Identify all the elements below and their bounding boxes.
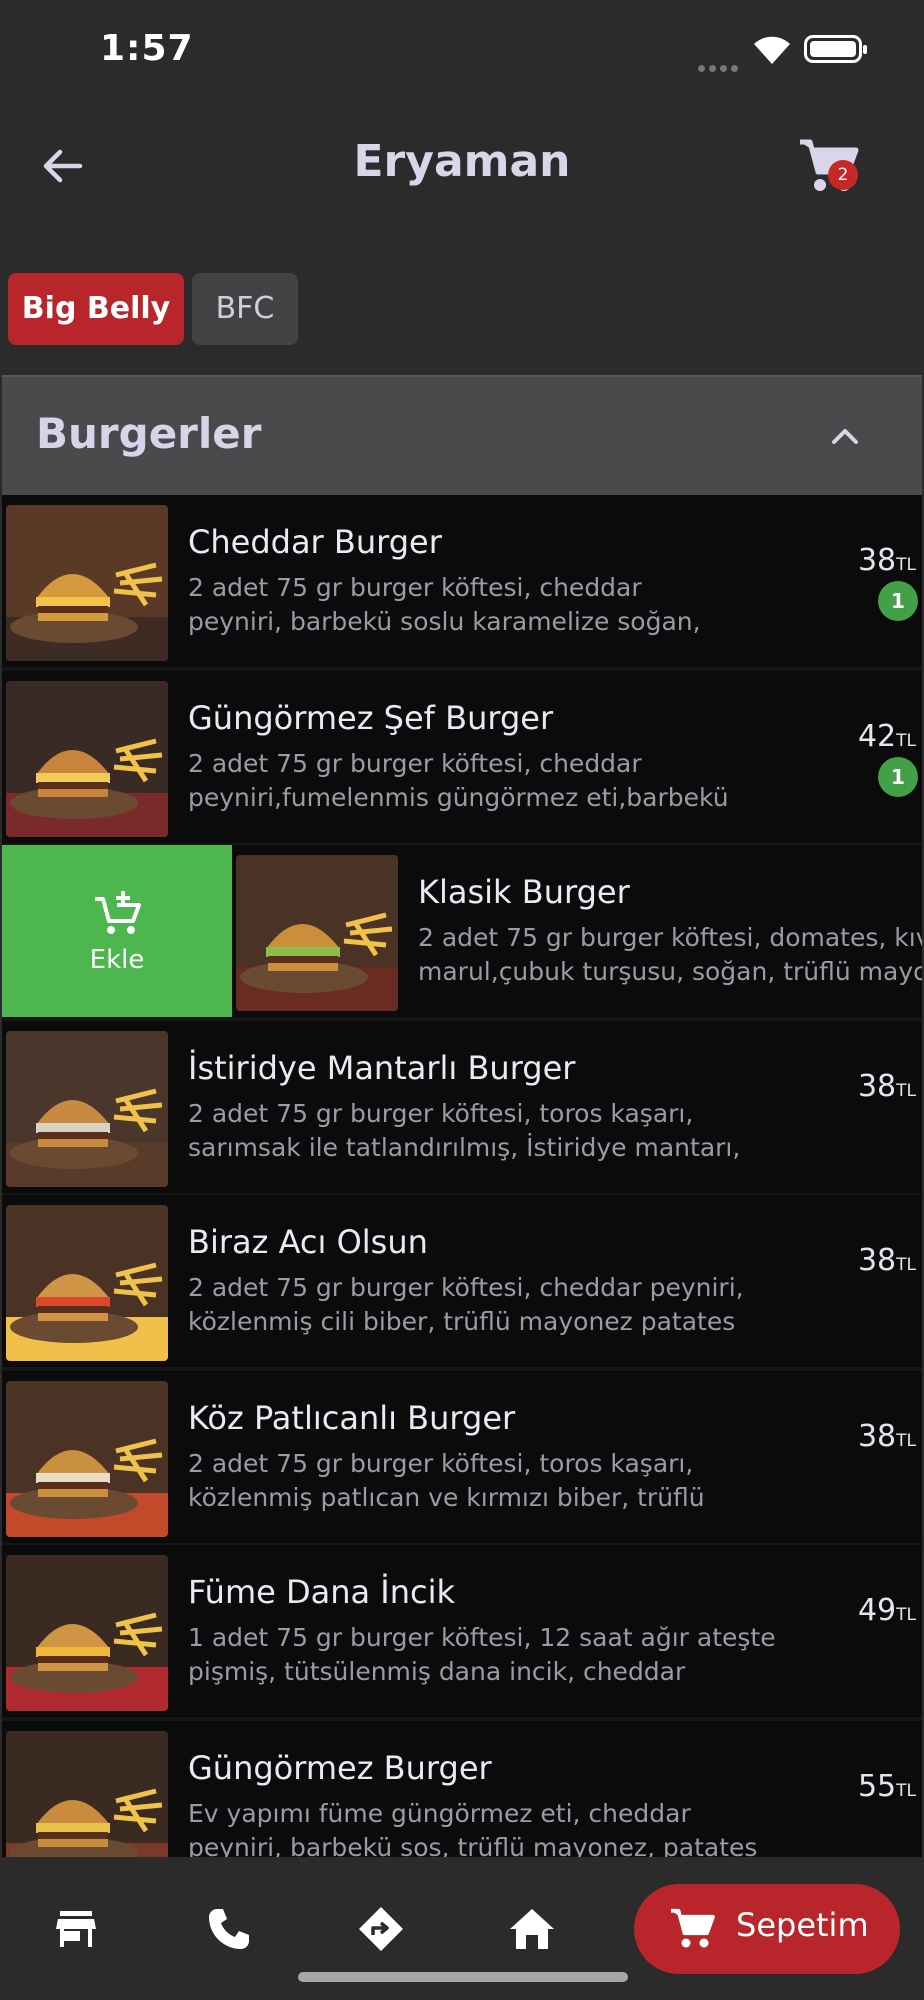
product-price-value: 38	[857, 1243, 897, 1278]
home-indicator	[298, 1972, 628, 1982]
status-time: 1:57	[100, 28, 194, 69]
phone-icon[interactable]	[205, 1905, 253, 1953]
page-title: Eryaman	[353, 136, 571, 187]
product-name: Güngörmez Burger	[188, 1749, 492, 1787]
product-price: 55TL	[858, 1769, 916, 1804]
currency-label: TL	[896, 1081, 916, 1101]
add-swipe-action[interactable]: Ekle	[2, 845, 232, 1017]
product-image	[6, 681, 168, 837]
product-price-value: 42	[857, 719, 897, 754]
product-price-value: 55	[857, 1769, 897, 1804]
product-description: 2 adet 75 gr burger köftesi, cheddar peyn…	[188, 747, 808, 815]
product-price-value: 38	[857, 1069, 897, 1104]
cart-button-label: Sepetim	[736, 1906, 869, 1944]
product-description: 2 adet 75 gr burger köftesi, domates, kı…	[418, 921, 922, 989]
product-image	[236, 855, 398, 1011]
product-description: Ev yapımı füme güngörmez eti, cheddar pey…	[188, 1797, 808, 1857]
currency-label: TL	[896, 1781, 916, 1801]
tab-bfc[interactable]: BFC	[192, 273, 298, 345]
product-list: Cheddar Burger 2 adet 75 gr burger köftes…	[2, 495, 922, 1857]
product-price: 38TL	[858, 543, 916, 578]
product-image	[6, 1031, 168, 1187]
product-description-line: 2 adet 75 gr burger köftesi, domates, kı…	[418, 923, 922, 952]
cart-button[interactable]: Sepetim	[634, 1884, 900, 1974]
app-bar: Eryaman 2	[0, 100, 924, 230]
product-name: Biraz Acı Olsun	[188, 1223, 428, 1261]
product-price-value: 49	[857, 1593, 897, 1628]
chevron-up-icon[interactable]	[824, 417, 866, 453]
product-description: 2 adet 75 gr burger köftesi, cheddar pey…	[188, 1271, 808, 1339]
product-price: 38TL	[858, 1243, 916, 1278]
product-image	[6, 1205, 168, 1361]
product-image	[6, 1381, 168, 1537]
product-description-line: peyniri, barbekü soslu karamelize soğan,	[188, 607, 701, 636]
product-row[interactable]: Cheddar Burger 2 adet 75 gr burger köftes…	[2, 495, 922, 671]
product-description-line: 2 adet 75 gr burger köftesi, cheddar pey…	[188, 1273, 744, 1302]
product-description-line: sarımsak ile tatlandırılmış, İstiridye m…	[188, 1133, 741, 1162]
currency-label: TL	[896, 1255, 916, 1275]
product-description-line: peyniri,fumelenmis güngörmez eti,barbekü	[188, 783, 729, 812]
product-description-line: 1 adet 75 gr burger köftesi, 12 saat ağı…	[188, 1623, 776, 1652]
home-icon[interactable]	[508, 1905, 556, 1953]
wifi-icon	[754, 36, 790, 64]
product-description-line: Ev yapımı füme güngörmez eti, cheddar	[188, 1799, 691, 1828]
product-description: 2 adet 75 gr burger köftesi, toros kaşar…	[188, 1447, 808, 1515]
currency-label: TL	[896, 1605, 916, 1625]
product-row[interactable]: Biraz Acı Olsun 2 adet 75 gr burger köfte…	[2, 1195, 922, 1371]
add-to-cart-icon	[95, 891, 141, 934]
add-swipe-label: Ekle	[89, 945, 145, 975]
currency-label: TL	[896, 1431, 916, 1451]
product-price-value: 38	[857, 543, 897, 578]
product-name: Güngörmez Şef Burger	[188, 699, 554, 737]
product-description-line: közlenmiş patlıcan ve kırmızı biber, trü…	[188, 1483, 705, 1512]
product-description-line: közlenmiş cili biber, trüflü mayonez pat…	[188, 1307, 736, 1336]
product-price: 42TL	[858, 719, 916, 754]
product-row[interactable]: Güngörmez Şef Burger 2 adet 75 gr burger …	[2, 671, 922, 847]
product-description-line: 2 adet 75 gr burger köftesi, toros kaşar…	[188, 1449, 694, 1478]
category-title: Burgerler	[36, 409, 262, 458]
product-name: İstiridye Mantarlı Burger	[188, 1049, 576, 1087]
currency-label: TL	[896, 555, 916, 575]
product-description-line: peyniri, barbekü sos, trüflü mayonez, pa…	[188, 1833, 758, 1857]
currency-label: TL	[896, 731, 916, 751]
product-description-line: 2 adet 75 gr burger köftesi, cheddar	[188, 573, 642, 602]
product-description-line: 2 adet 75 gr burger köftesi, toros kaşar…	[188, 1099, 694, 1128]
product-description-line: marul,çubuk turşusu, soğan, trüflü mayo	[418, 957, 922, 986]
product-name: Cheddar Burger	[188, 523, 442, 561]
signal-icon	[698, 57, 742, 76]
product-image	[6, 505, 168, 661]
cart-count-badge: 2	[828, 160, 858, 190]
product-row[interactable]: İstiridye Mantarlı Burger 2 adet 75 gr bu…	[2, 1021, 922, 1197]
product-row[interactable]: Köz Patlıcanlı Burger 2 adet 75 gr burger…	[2, 1371, 922, 1547]
status-bar: 1:57	[0, 0, 924, 100]
product-image	[6, 1731, 168, 1857]
product-description: 2 adet 75 gr burger köftesi, toros kaşar…	[188, 1097, 808, 1165]
product-row[interactable]: Füme Dana İncik 1 adet 75 gr burger köfte…	[2, 1545, 922, 1721]
product-description: 2 adet 75 gr burger köftesi, cheddar peyn…	[188, 571, 808, 639]
product-row[interactable]: Ekle Klasik Burger 2 adet 75 gr burger köf…	[2, 845, 922, 1021]
quantity-badge: 1	[878, 757, 918, 797]
product-price: 49TL	[858, 1593, 916, 1628]
cart-icon	[671, 1908, 715, 1948]
category-header[interactable]: Burgerler	[2, 375, 922, 495]
product-price: 38TL	[858, 1419, 916, 1454]
product-image	[6, 1555, 168, 1711]
product-description-line: 2 adet 75 gr burger köftesi, cheddar	[188, 749, 642, 778]
tab-big-belly[interactable]: Big Belly	[8, 273, 184, 345]
product-description-line: pişmiş, tütsülenmiş dana incik, cheddar	[188, 1657, 686, 1686]
product-name: Klasik Burger	[418, 873, 630, 911]
product-price: 38TL	[858, 1069, 916, 1104]
product-name: Füme Dana İncik	[188, 1573, 456, 1611]
product-row[interactable]: Güngörmez Burger Ev yapımı füme güngörmez…	[2, 1721, 922, 1857]
store-icon[interactable]	[52, 1905, 100, 1953]
battery-icon	[804, 35, 867, 63]
product-description: 1 adet 75 gr burger köftesi, 12 saat ağı…	[188, 1621, 808, 1689]
product-name: Köz Patlıcanlı Burger	[188, 1399, 516, 1437]
product-price-value: 38	[857, 1419, 897, 1454]
directions-icon[interactable]	[357, 1905, 405, 1953]
quantity-badge: 1	[878, 581, 918, 621]
